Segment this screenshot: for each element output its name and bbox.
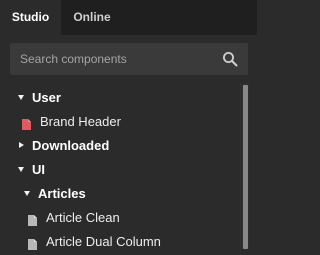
tree-item-label: UI bbox=[32, 162, 45, 177]
search-input[interactable] bbox=[20, 43, 215, 75]
tree-folder-ui[interactable]: UI bbox=[0, 158, 238, 182]
tree-item-label: Brand Header bbox=[40, 114, 121, 129]
tree-folder-downloaded[interactable]: Downloaded bbox=[0, 134, 238, 158]
tree-item-label: Article Dual Column bbox=[46, 234, 161, 249]
tab-bar: Studio Online bbox=[0, 0, 257, 35]
tree-item-label: Downloaded bbox=[32, 138, 110, 153]
scrollbar-thumb[interactable] bbox=[243, 85, 248, 249]
red-document-icon bbox=[22, 117, 31, 130]
caret-down-icon[interactable] bbox=[18, 95, 24, 100]
tree-folder-user[interactable]: User bbox=[0, 86, 238, 110]
search-box bbox=[10, 43, 248, 75]
document-icon bbox=[28, 237, 37, 250]
component-tree: User Brand Header Downloaded UI Articles… bbox=[0, 86, 257, 250]
tree-item-article-dual-column[interactable]: Article Dual Column bbox=[0, 230, 238, 254]
tree-item-label: User bbox=[32, 90, 61, 105]
tree-folder-articles[interactable]: Articles bbox=[0, 182, 238, 206]
tree-item-brand-header[interactable]: Brand Header bbox=[0, 110, 238, 134]
search-icon[interactable] bbox=[222, 51, 238, 67]
vertical-scrollbar[interactable] bbox=[240, 83, 249, 249]
tab-studio[interactable]: Studio bbox=[0, 0, 61, 35]
tree-item-label: Articles bbox=[38, 186, 86, 201]
caret-right-icon[interactable] bbox=[19, 142, 24, 148]
tab-online[interactable]: Online bbox=[61, 0, 123, 35]
caret-down-icon[interactable] bbox=[18, 167, 24, 172]
tree-item-article-clean[interactable]: Article Clean bbox=[0, 206, 238, 230]
caret-down-icon[interactable] bbox=[24, 191, 30, 196]
tree-item-label: Article Clean bbox=[46, 210, 120, 225]
document-icon bbox=[28, 213, 37, 226]
